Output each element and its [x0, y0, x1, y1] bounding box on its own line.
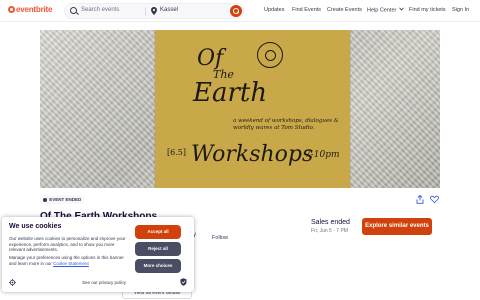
ended-icon	[43, 197, 47, 202]
logo-text: eventbrite	[16, 5, 53, 14]
privacy-shield-icon	[180, 278, 187, 286]
poster-subtitle: a weekend of workshops, dialogues & worl…	[233, 118, 339, 131]
nav-sign-in[interactable]: Sign In	[452, 7, 469, 13]
search-icon	[70, 7, 77, 14]
location-pin-icon	[151, 7, 157, 15]
location-input[interactable]: Kassel	[160, 7, 178, 13]
accept-all-cookies-button[interactable]: Accept all	[135, 225, 181, 239]
more-choices-button[interactable]: More choices	[135, 259, 181, 273]
poster-time: 7-10pm	[305, 150, 340, 160]
search-divider	[145, 7, 146, 16]
share-icon[interactable]	[416, 195, 424, 204]
search-input[interactable]: Search events	[81, 7, 119, 13]
event-poster: Of The Earth a weekend of workshops, dia…	[155, 30, 350, 188]
search-submit-button[interactable]	[230, 5, 242, 17]
event-ended-label: EVENT ENDED	[49, 197, 82, 202]
sales-status: Sales ended	[311, 219, 350, 226]
eventbrite-logo[interactable]: eventbrite	[8, 5, 52, 14]
event-ended-badge: EVENT ENDED	[40, 195, 85, 204]
poster-date: [6.5]	[167, 148, 186, 157]
cookie-statement-link[interactable]: Cookie Statement	[53, 261, 89, 266]
cookie-dialog-title: We use cookies	[9, 223, 62, 230]
nav-find-events[interactable]: Find Events	[292, 7, 321, 13]
heart-icon[interactable]	[430, 195, 439, 204]
poster-workshops: Workshops	[191, 142, 314, 167]
gear-icon[interactable]	[9, 279, 16, 286]
event-banner-image: Of The Earth a weekend of workshops, dia…	[40, 30, 440, 188]
logo-mark-icon	[8, 6, 15, 13]
sales-date: Fri, Jun 5 · 7 PM	[311, 228, 348, 234]
search-bar: Search events Kassel	[64, 3, 244, 19]
chevron-down-icon	[399, 7, 404, 11]
nav-create-events[interactable]: Create Events	[327, 7, 362, 13]
top-navigation-bar: eventbrite Search events Kassel Updates …	[0, 0, 480, 22]
nav-help-center-label: Help Center	[367, 7, 397, 14]
cookie-dialog-body: Our website uses cookies to personalize …	[9, 236, 126, 252]
nav-updates[interactable]: Updates	[264, 7, 285, 13]
nav-help-center[interactable]: Help Center	[367, 7, 404, 14]
reject-all-cookies-button[interactable]: Reject all	[135, 242, 181, 256]
cookie-consent-dialog: We use cookies Our website uses cookies …	[2, 217, 194, 292]
explore-similar-events-button[interactable]: Explore similar events	[362, 218, 432, 235]
sun-illustration-icon	[257, 42, 283, 68]
cookie-dialog-preferences-text: Manage your preferences using the option…	[9, 255, 131, 266]
nav-find-my-tickets[interactable]: Find my tickets	[409, 7, 446, 13]
privacy-policy-link[interactable]: See our privacy policy	[82, 280, 126, 285]
poster-line-3: Earth	[193, 78, 268, 108]
follow-button[interactable]: Follow	[204, 232, 236, 244]
